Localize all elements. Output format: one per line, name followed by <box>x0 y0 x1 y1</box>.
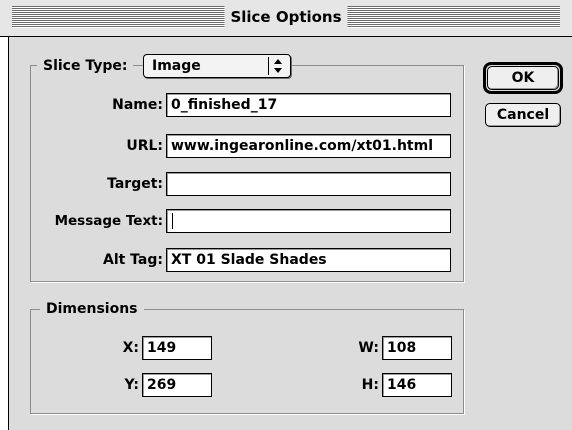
target-label: Target: <box>107 176 163 192</box>
h-field[interactable]: 146 <box>382 373 452 397</box>
w-label: W: <box>358 340 379 356</box>
w-field[interactable]: 108 <box>382 336 452 360</box>
alt-tag-label: Alt Tag: <box>102 252 163 268</box>
text-cursor <box>172 213 173 229</box>
target-field[interactable] <box>166 172 451 196</box>
title-bar[interactable]: Slice Options <box>0 0 572 37</box>
alt-tag-field[interactable]: XT 01 Slade Shades <box>166 248 451 272</box>
slice-type-selected: Image <box>152 58 201 74</box>
window-title: Slice Options <box>224 4 348 30</box>
up-down-arrows-icon <box>268 57 287 75</box>
message-text-label: Message Text: <box>54 213 163 229</box>
url-field[interactable]: www.ingearonline.com/xt01.html <box>166 134 451 158</box>
slice-type-legend: Slice Type: <box>37 54 134 80</box>
cancel-button[interactable]: Cancel <box>485 103 561 127</box>
name-label: Name: <box>112 97 163 113</box>
x-field[interactable]: 149 <box>142 336 212 360</box>
y-label: Y: <box>124 377 139 393</box>
dimensions-legend: Dimensions <box>40 298 144 320</box>
h-label: H: <box>361 377 379 393</box>
x-label: X: <box>122 340 139 356</box>
slice-options-dialog: Slice Options Slice Type: Image Name: 0_… <box>0 0 572 430</box>
slice-type-label: Slice Type: <box>43 58 128 74</box>
url-label: URL: <box>126 138 163 154</box>
message-text-field[interactable] <box>166 209 451 233</box>
dimensions-group <box>30 309 464 414</box>
slice-type-popup[interactable]: Image <box>143 54 291 78</box>
dialog-body: Slice Type: Image Name: 0_finished_17 UR… <box>8 37 572 430</box>
y-field[interactable]: 269 <box>142 373 212 397</box>
name-field[interactable]: 0_finished_17 <box>166 93 451 117</box>
ok-button[interactable]: OK <box>487 66 559 90</box>
